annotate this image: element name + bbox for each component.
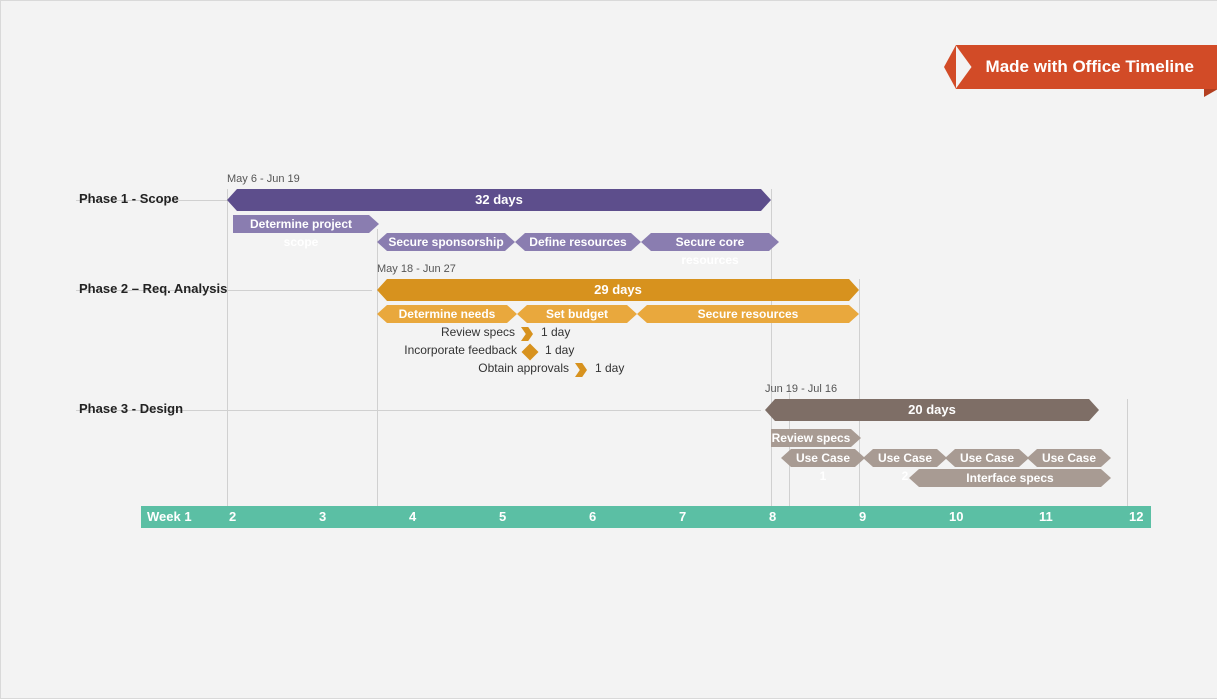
phase1-dates: May 6 - Jun 19 [227, 173, 300, 185]
task-set-budget: Set budget [527, 305, 627, 323]
tick-6: 6 [589, 506, 596, 528]
task-determine-needs: Determine needs [387, 305, 507, 323]
one-day-label: 1 day [541, 325, 570, 339]
phase3-label: Phase 3 - Design [79, 401, 183, 416]
tick-10: 10 [949, 506, 963, 528]
tick-5: 5 [499, 506, 506, 528]
gridline [1127, 399, 1128, 506]
slide-frame: Made with Office Timeline Week 1 2 3 4 5… [0, 0, 1217, 699]
tick-9: 9 [859, 506, 866, 528]
phase1-label: Phase 1 - Scope [79, 191, 179, 206]
phase2-label: Phase 2 – Req. Analysis [79, 281, 227, 296]
tick-7: 7 [679, 506, 686, 528]
task-use-case-4: Use Case 4 [1037, 449, 1101, 467]
phase1-duration: 32 days [475, 192, 523, 207]
task-determine-scope: Determine project scope [233, 215, 369, 233]
task-use-case-3: Use Case 3 [955, 449, 1019, 467]
chevron-icon [521, 327, 533, 341]
made-with-banner: Made with Office Timeline [956, 45, 1217, 89]
one-day-label: 1 day [595, 361, 624, 375]
chevron-icon [575, 363, 587, 377]
gridline [227, 189, 228, 506]
milestone-review-specs: Review specs [435, 325, 515, 339]
phase3-summary-bar: 20 days [775, 399, 1089, 421]
task-secure-sponsorship: Secure sponsorship [387, 233, 505, 251]
week-scale: Week 1 2 3 4 5 6 7 8 9 10 11 12 [141, 506, 1151, 528]
task-secure-core-resources: Secure core resources [651, 233, 769, 251]
task-interface-specs: Interface specs [919, 469, 1101, 487]
phase2-duration: 29 days [594, 282, 642, 297]
tick-11: 11 [1039, 506, 1053, 528]
task-define-resources: Define resources [525, 233, 631, 251]
diamond-icon [522, 344, 539, 361]
task-use-case-2: Use Case 2 [873, 449, 937, 467]
phase3-dates: Jun 19 - Jul 16 [765, 383, 837, 395]
task-secure-resources: Secure resources [647, 305, 849, 323]
milestone-obtain-approvals: Obtain approvals [469, 361, 569, 375]
task-use-case-1: Use Case 1 [791, 449, 855, 467]
one-day-label: 1 day [545, 343, 574, 357]
phase2-dates: May 18 - Jun 27 [377, 263, 456, 275]
tick-8: 8 [769, 506, 776, 528]
banner-text: Made with Office Timeline [986, 57, 1194, 77]
tick-week1: Week 1 [147, 506, 192, 528]
gridline [859, 279, 860, 506]
tick-3: 3 [319, 506, 326, 528]
milestone-incorporate-feedback: Incorporate feedback [397, 343, 517, 357]
task-review-specs: Review specs [771, 429, 851, 447]
tick-4: 4 [409, 506, 416, 528]
tick-12: 12 [1129, 506, 1143, 528]
phase3-duration: 20 days [908, 402, 956, 417]
tick-2: 2 [229, 506, 236, 528]
phase1-summary-bar: 32 days [237, 189, 761, 211]
phase2-summary-bar: 29 days [387, 279, 849, 301]
